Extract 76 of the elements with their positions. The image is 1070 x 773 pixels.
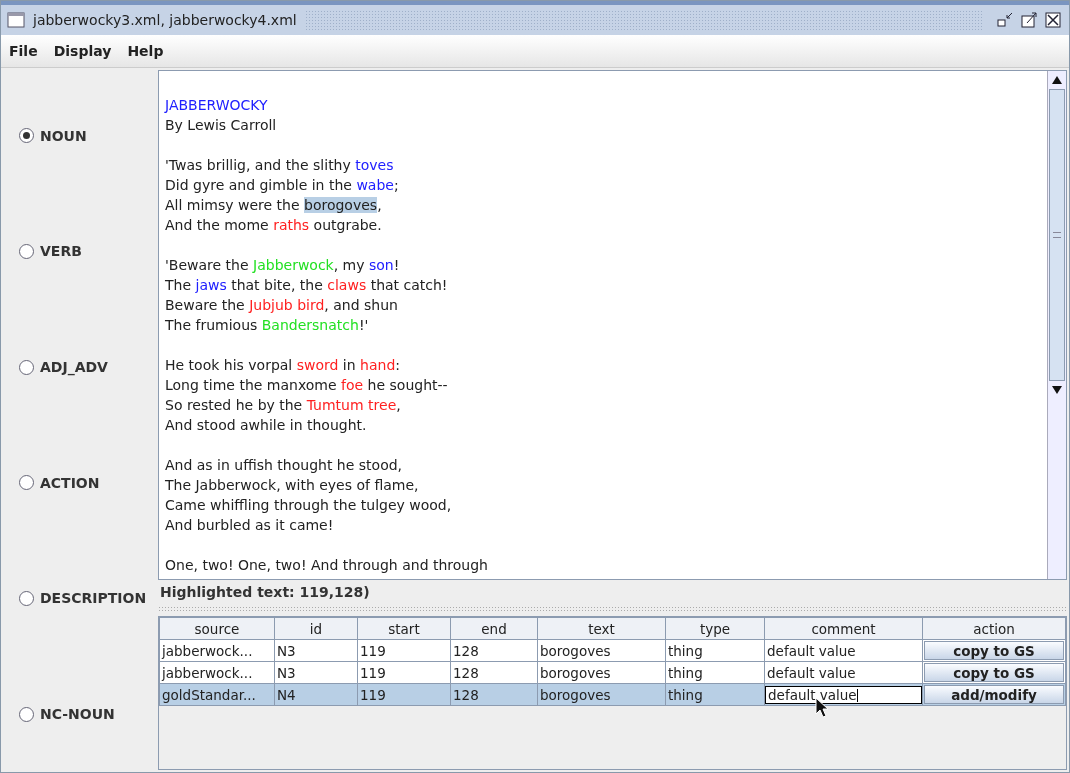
scrollbar[interactable] [1047,71,1066,579]
poem-line: And the mome raths outgrabe. [165,216,383,235]
cell-editor[interactable]: default value [765,685,922,704]
menu-item[interactable]: Help [127,43,164,59]
menu-item[interactable]: File [9,43,38,59]
column-header[interactable]: source [159,617,275,640]
table-cell: goldStandar... [162,686,256,703]
action-button[interactable]: copy to GS [924,663,1064,682]
status-text: Highlighted text: 119,128) [159,583,371,602]
poem-line: All mimsy were the borogoves, [165,196,383,215]
action-button[interactable]: copy to GS [924,641,1064,660]
radio-button[interactable] [19,590,34,606]
table-cell: jabberwock... [162,642,253,659]
poem-line: 'Twas brillig, and the slithy toves [165,156,395,175]
table-cell: 128 [453,686,479,703]
column-header[interactable]: end [450,617,538,640]
table-cell: 119 [360,686,386,703]
poem-line: The frumious Bandersnatch!' [165,316,370,335]
radio-label[interactable]: NOUN [40,127,87,144]
table-cell: N3 [277,642,296,659]
table-cell: 119 [360,642,386,659]
scroll-up-icon[interactable] [1052,76,1062,84]
table-cell: default value [767,642,856,659]
column-header[interactable]: id [274,617,358,640]
maximize-button[interactable] [1019,11,1039,29]
table-cell: 119 [360,664,386,681]
radio-label[interactable]: ACTION [40,474,100,491]
poem-line: Long time the manxome foe he sought-- [165,376,449,395]
menu-item[interactable]: Display [53,43,112,59]
radio-button[interactable] [19,706,34,722]
scroll-down-icon[interactable] [1052,386,1062,394]
radio-label[interactable]: NC-NOUN [40,706,115,723]
radio-button[interactable] [19,359,34,375]
column-header[interactable]: action [922,617,1066,640]
radio-button[interactable] [19,475,34,491]
table-cell: thing [668,686,703,703]
radio-button[interactable] [19,244,34,259]
poem-line: Beware the Jubjub bird, and shun [165,296,399,315]
table-cell: jabberwock... [162,664,253,681]
poem-line: And burbled as it came! [165,516,335,535]
column-header[interactable]: text [537,617,666,640]
window-title: jabberwocky3.xml, jabberwocky4.xml [33,12,297,28]
action-button[interactable]: add/modify [924,685,1064,704]
poem-line: 'Beware the Jabberwock, my son! [165,256,401,275]
table-cell: default value [767,664,856,681]
poem-line: JABBERWOCKY [165,96,269,115]
radio-label[interactable]: ADJ_ADV [40,359,108,376]
poem-line: The jaws that bite, the claws that catch! [165,276,449,295]
table-cell: borogoves [540,664,611,681]
window-icon [7,12,25,28]
column-header[interactable]: comment [764,617,923,640]
table-cell: borogoves [540,642,611,659]
table-cell: N3 [277,664,296,681]
table-cell: borogoves [540,686,611,703]
minimize-button[interactable] [995,11,1015,29]
close-button[interactable] [1043,11,1063,29]
poem-line: Did gyre and gimble in the wabe; [165,176,400,195]
table-cell: 128 [453,664,479,681]
radio-label[interactable]: VERB [40,243,82,260]
column-header[interactable]: type [665,617,765,640]
poem-line: And as in uffish thought he stood, [165,456,404,475]
column-header[interactable]: start [357,617,451,640]
text-area[interactable] [158,70,1067,580]
poem-line: And stood awhile in thought. [165,416,368,435]
radio-button[interactable] [19,128,34,144]
table-cell: thing [668,664,703,681]
table-cell: 128 [453,642,479,659]
poem-line: One, two! One, two! And through and through [165,556,489,575]
poem-line: The Jabberwock, with eyes of flame, [165,476,420,495]
table-cell: N4 [277,686,296,703]
poem-line: So rested he by the Tumtum tree, [165,396,402,415]
poem-line: Came whiffling through the tulgey wood, [165,496,453,515]
poem-line: By Lewis Carroll [165,116,278,135]
table-cell: thing [668,642,703,659]
radio-label[interactable]: DESCRIPTION [40,590,147,607]
poem-line: He took his vorpal sword in hand: [165,356,401,375]
